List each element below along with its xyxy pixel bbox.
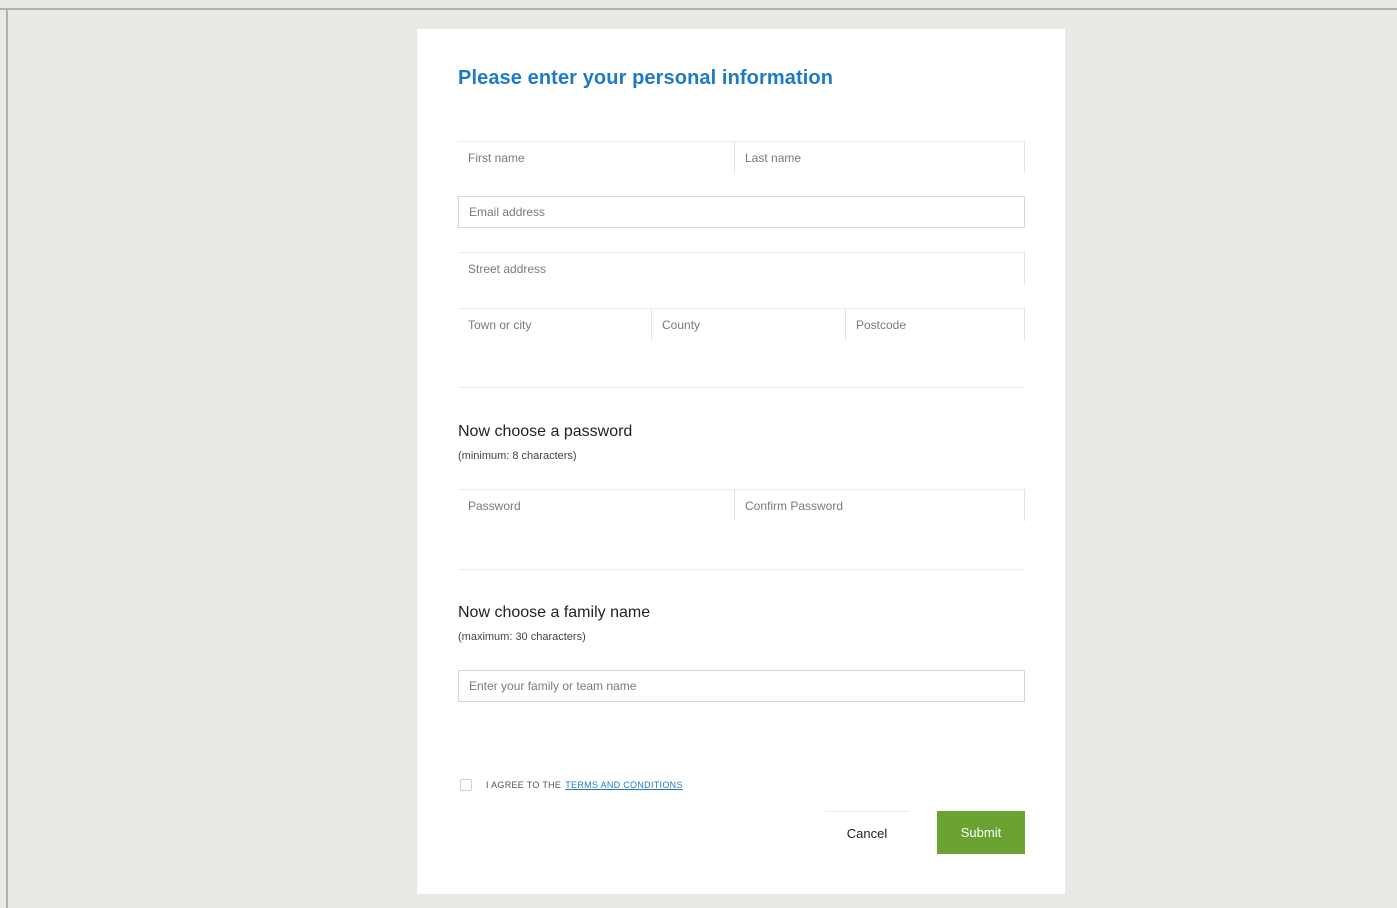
- email-field: [458, 196, 1025, 228]
- terms-checkbox[interactable]: [460, 779, 472, 791]
- email-input[interactable]: [459, 197, 1024, 227]
- section-divider: [458, 569, 1025, 570]
- form-title: Please enter your personal information: [458, 67, 834, 89]
- confirm-password-input[interactable]: [735, 490, 1024, 521]
- county-field: [652, 308, 846, 340]
- password-input[interactable]: [458, 490, 734, 521]
- window-top-border: [0, 0, 1397, 10]
- cancel-button[interactable]: Cancel: [825, 811, 909, 854]
- postcode-input[interactable]: [846, 309, 1024, 340]
- first-name-field: [458, 141, 735, 173]
- family-name-requirement: (maximum: 30 characters): [458, 631, 586, 643]
- confirm-password-field: [735, 489, 1025, 521]
- town-field: [458, 308, 652, 340]
- last-name-input[interactable]: [735, 142, 1024, 173]
- password-field: [458, 489, 735, 521]
- postcode-field: [846, 308, 1025, 340]
- street-address-field: [458, 252, 1025, 284]
- registration-card: Please enter your personal information N…: [417, 29, 1065, 894]
- family-name-input[interactable]: [459, 671, 1024, 701]
- last-name-field: [735, 141, 1025, 173]
- first-name-input[interactable]: [458, 142, 734, 173]
- password-heading: Now choose a password: [458, 423, 633, 440]
- terms-and-conditions-link[interactable]: TERMS AND CONDITIONS: [565, 780, 683, 790]
- county-input[interactable]: [652, 309, 845, 340]
- section-divider: [458, 387, 1025, 388]
- submit-button[interactable]: Submit: [937, 811, 1025, 854]
- window-left-border: [0, 10, 8, 908]
- town-input[interactable]: [458, 309, 651, 340]
- family-name-field: [458, 670, 1025, 702]
- family-name-heading: Now choose a family name: [458, 604, 651, 621]
- terms-agreement: I AGREE TO THE TERMS AND CONDITIONS: [458, 777, 683, 793]
- password-requirement: (minimum: 8 characters): [458, 450, 577, 462]
- terms-agreement-label: I AGREE TO THE: [486, 780, 562, 790]
- street-address-input[interactable]: [458, 253, 1024, 284]
